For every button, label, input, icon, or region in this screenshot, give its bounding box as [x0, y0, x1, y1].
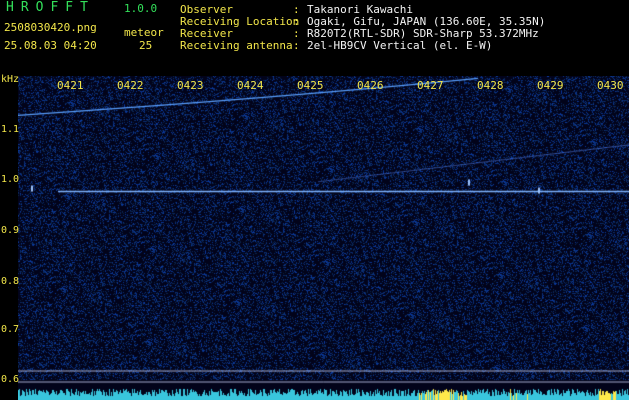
- meteor-count: 25: [139, 39, 153, 52]
- file-name: 2508030420.png: [4, 21, 97, 34]
- time-label: 0425: [297, 79, 324, 92]
- date-time: 25.08.03 04:20: [4, 39, 97, 52]
- spectrogram-canvas: [18, 76, 629, 400]
- time-label: 0426: [357, 79, 384, 92]
- meteor-label: meteor: [124, 26, 164, 39]
- time-label: 0424: [237, 79, 264, 92]
- freq-label: 0.9: [1, 225, 20, 236]
- frequency-axis: [0, 74, 20, 400]
- time-label: 0423: [177, 79, 204, 92]
- app-version: 1.0.0: [124, 2, 158, 15]
- freq-label: 0.6: [1, 374, 20, 385]
- antenna-value: 2el-HB9CV Vertical (el. E-W): [307, 39, 493, 52]
- freq-label: 0.8: [1, 276, 20, 287]
- time-label: 0422: [117, 79, 144, 92]
- app-name: HROFFT: [6, 0, 95, 15]
- freq-label: 1.0: [1, 174, 20, 185]
- antenna-key: Receiving antenna: [180, 39, 293, 52]
- info-colon: :: [293, 39, 300, 52]
- time-label: 0421: [57, 79, 84, 92]
- frequency-unit: kHz: [1, 74, 20, 85]
- freq-label: 0.7: [1, 324, 20, 335]
- header-panel: HROFFT 1.0.0 2508030420.png 25.08.03 04:…: [0, 0, 629, 74]
- time-label: 0430: [597, 79, 624, 92]
- time-label: 0429: [537, 79, 564, 92]
- time-label: 0427: [417, 79, 444, 92]
- time-label: 0428: [477, 79, 504, 92]
- freq-label: 1.1: [1, 124, 20, 135]
